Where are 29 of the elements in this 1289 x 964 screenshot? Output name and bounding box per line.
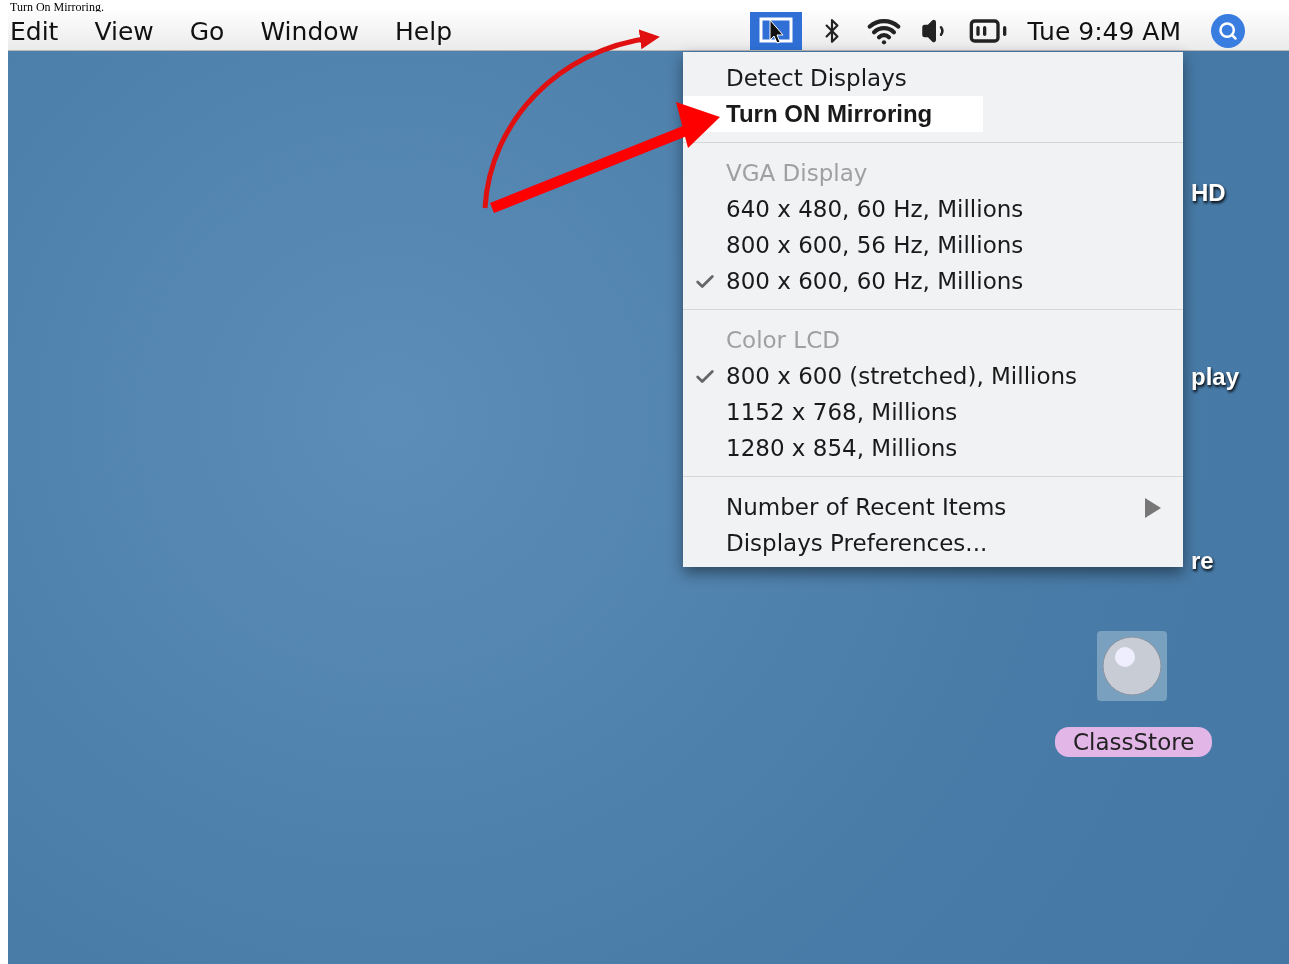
menu-item[interactable]: Detect Displays [683,60,1183,96]
menu-title[interactable]: View [94,16,154,46]
search-icon [1218,21,1238,41]
menu-item[interactable]: 800 x 600, 60 Hz, Millions [683,263,1183,299]
menu-title[interactable]: Help [395,16,452,46]
menu-item[interactable]: 800 x 600 (stretched), Millions [683,358,1183,394]
menu-title[interactable]: Go [189,16,225,46]
menu-title[interactable]: Edit [10,16,59,46]
display-status-item[interactable] [749,12,802,50]
caption-text: Turn On Mirroring. [9,0,105,12]
menu-item[interactable]: Turn ON Mirroring [683,96,983,132]
search-button[interactable] [1211,14,1245,48]
menu-item[interactable]: 1280 x 854, Millions [683,430,1183,466]
display-icon [757,16,794,46]
menu-title[interactable]: Window [260,16,359,46]
menu-item[interactable]: 800 x 600, 56 Hz, Millions [683,227,1183,263]
menu-item[interactable]: 1152 x 768, Millions [683,394,1183,430]
desktop-icon-label: play [1191,363,1240,391]
clock[interactable]: Tue 9:49 AM [1027,16,1181,46]
menu-section-header: VGA Display [725,159,869,188]
menu-item[interactable]: 640 x 480, 60 Hz, Millions [683,191,1183,227]
menu-item[interactable]: Displays Preferences... [683,525,1183,561]
menu-section-header: Color LCD [725,326,841,355]
desktop-icon-label[interactable]: ClassStore [1055,727,1213,757]
submenu-arrow-icon [1145,498,1161,518]
globe-icon[interactable] [1097,631,1167,701]
desktop-icon-label: HD [1191,179,1226,207]
desktop-icon-label: re [1191,547,1214,575]
menu-item[interactable]: Number of Recent Items [683,489,1183,525]
